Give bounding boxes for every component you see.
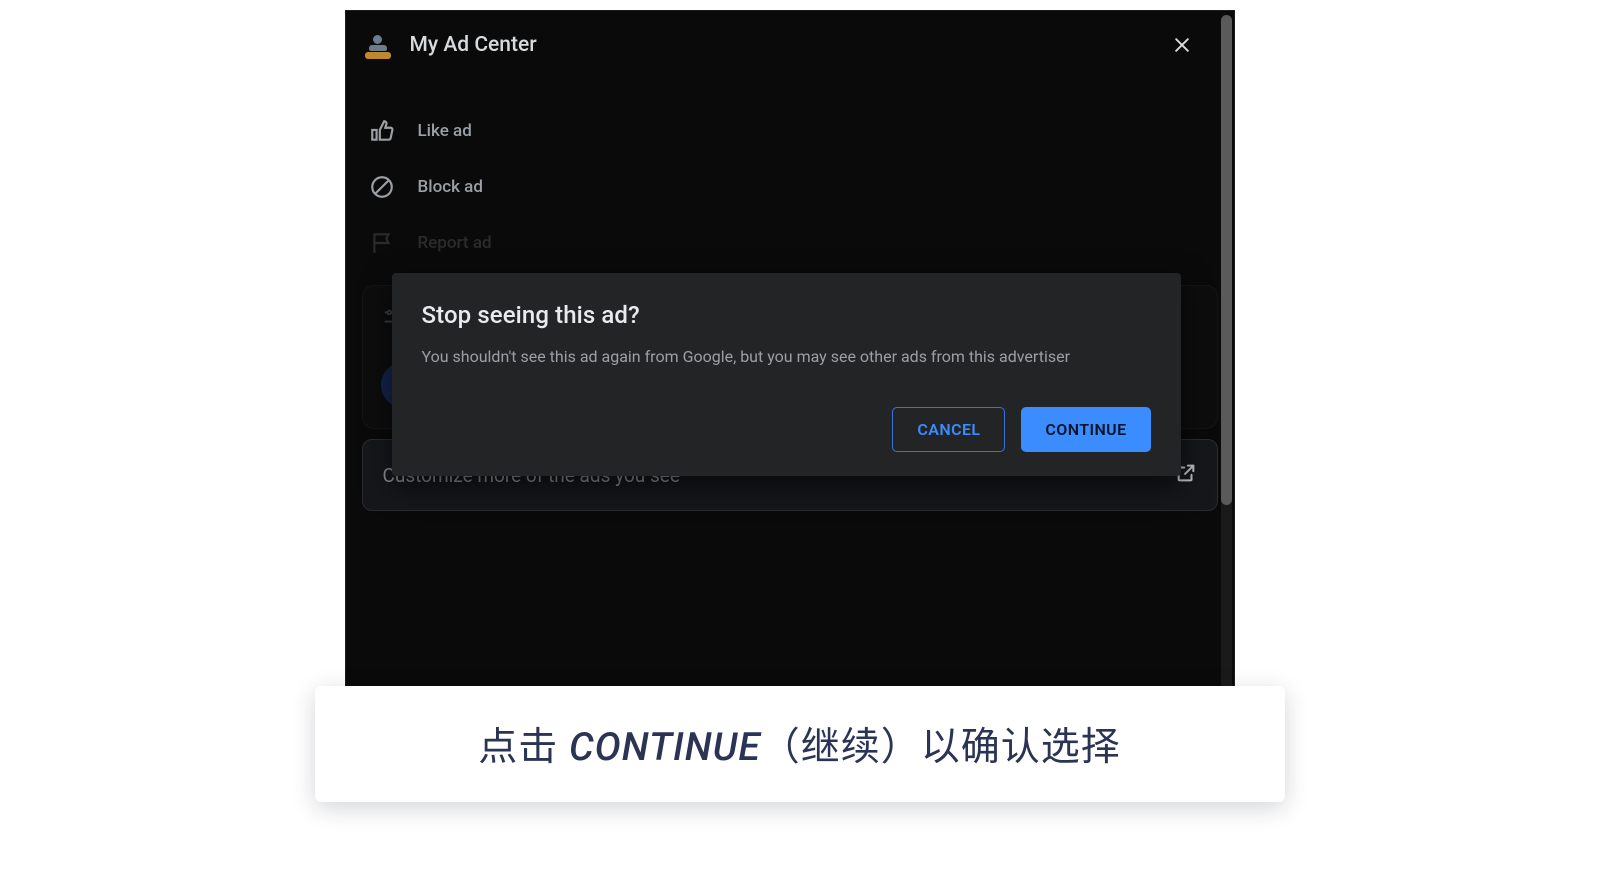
block-ad-item[interactable]: Block ad xyxy=(368,159,1234,215)
dialog-actions: CANCEL CONTINUE xyxy=(422,407,1151,452)
block-ad-label: Block ad xyxy=(418,177,483,197)
page-title: My Ad Center xyxy=(410,33,1166,57)
report-ad-item[interactable]: Report ad xyxy=(368,215,1234,271)
report-ad-label: Report ad xyxy=(418,233,492,253)
action-list: Like ad Block ad Report ad xyxy=(346,75,1234,271)
close-button[interactable] xyxy=(1166,29,1198,61)
cancel-button[interactable]: CANCEL xyxy=(892,407,1005,452)
continue-button[interactable]: CONTINUE xyxy=(1021,407,1150,452)
app-icon xyxy=(364,31,392,59)
block-icon xyxy=(368,173,396,201)
close-icon xyxy=(1172,35,1192,55)
header: My Ad Center xyxy=(346,11,1234,75)
like-ad-label: Like ad xyxy=(418,121,472,141)
flag-icon xyxy=(368,229,396,257)
dialog-body: You shouldn't see this ad again from Goo… xyxy=(422,345,1112,369)
dialog-title: Stop seeing this ad? xyxy=(422,301,1151,329)
confirm-dialog: Stop seeing this ad? You shouldn't see t… xyxy=(392,273,1181,476)
instruction-caption: 点击 CONTINUE（继续）以确认选择 xyxy=(315,686,1285,802)
caption-text: 点击 CONTINUE（继续）以确认选择 xyxy=(478,724,1120,770)
scrollbar-track[interactable] xyxy=(1221,15,1232,697)
like-ad-item[interactable]: Like ad xyxy=(368,103,1234,159)
thumbs-up-icon xyxy=(368,117,396,145)
ad-center-window: My Ad Center Like ad xyxy=(345,10,1235,700)
